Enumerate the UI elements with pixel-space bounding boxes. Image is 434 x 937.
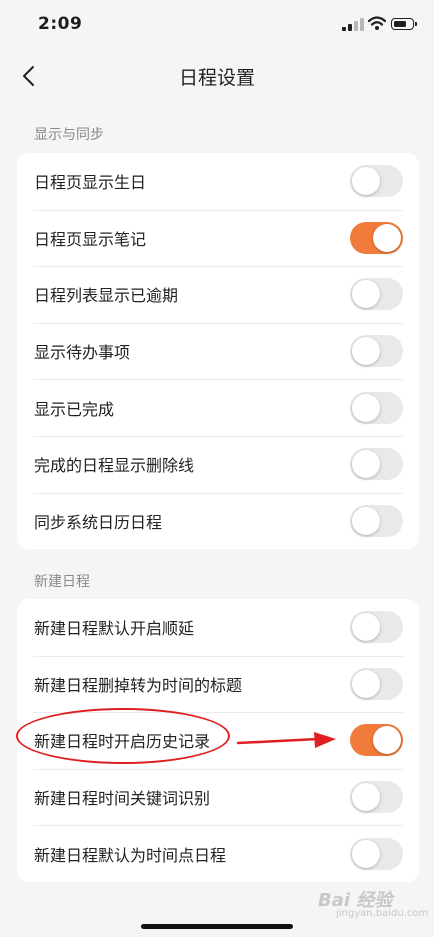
- setting-label: 新建日程默认为时间点日程: [34, 845, 227, 865]
- toggle-switch[interactable]: [350, 837, 403, 870]
- toggle-switch[interactable]: [350, 278, 403, 311]
- setting-label: 新建日程删掉转为时间的标题: [34, 675, 243, 695]
- toggle-switch[interactable]: [350, 724, 403, 757]
- wifi-icon: [368, 16, 386, 30]
- setting-row: 新建日程时间关键词识别: [17, 768, 419, 826]
- setting-row: 日程列表显示已逾期: [17, 266, 419, 323]
- setting-row: 显示待办事项: [17, 322, 419, 380]
- section-header-new-schedule: 新建日程: [34, 574, 90, 590]
- page-title: 日程设置: [178, 67, 255, 89]
- toggle-knob: [352, 337, 380, 366]
- toggle-knob: [373, 223, 401, 252]
- toggle-switch[interactable]: [350, 391, 403, 424]
- toggle-knob: [373, 726, 401, 755]
- setting-label: 日程页显示笔记: [34, 229, 147, 249]
- toggle-switch[interactable]: [350, 611, 403, 644]
- nav-bar: 日程设置: [0, 52, 434, 100]
- toggle-knob: [352, 506, 380, 535]
- setting-label: 新建日程时间关键词识别: [34, 789, 211, 809]
- toggle-knob: [352, 669, 380, 698]
- home-indicator[interactable]: [141, 924, 293, 929]
- setting-row: 新建日程删掉转为时间的标题: [17, 655, 419, 713]
- annotation-ellipse: [16, 708, 230, 764]
- toggle-knob: [352, 783, 380, 812]
- toggle-knob: [352, 280, 380, 309]
- setting-label: 同步系统日历日程: [34, 512, 163, 532]
- setting-row: 日程页显示笔记: [17, 209, 419, 267]
- toggle-knob: [352, 839, 380, 868]
- setting-label: 新建日程默认开启顺延: [34, 619, 195, 639]
- setting-row: 新建日程默认开启顺延: [17, 599, 419, 656]
- setting-row: 显示已完成: [17, 379, 419, 436]
- status-bar: 2:09: [0, 0, 434, 52]
- annotation-arrow-icon: [236, 732, 336, 748]
- toggle-switch[interactable]: [350, 335, 403, 368]
- toggle-switch[interactable]: [350, 448, 403, 481]
- setting-row: 日程页显示生日: [17, 153, 419, 210]
- setting-label: 日程页显示生日: [34, 173, 147, 193]
- toggle-switch[interactable]: [350, 781, 403, 814]
- cellular-signal-icon: [342, 18, 364, 31]
- setting-label: 显示已完成: [34, 399, 115, 419]
- battery-icon: [391, 18, 417, 30]
- toggle-knob: [352, 450, 380, 479]
- setting-row: 完成的日程显示删除线: [17, 435, 419, 493]
- settings-card-display-sync: 日程页显示生日 日程页显示笔记 日程列表显示已逾期 显示待办事项 显示已完成 完…: [17, 153, 419, 550]
- setting-label: 完成的日程显示删除线: [34, 456, 195, 476]
- toggle-switch[interactable]: [350, 221, 403, 254]
- toggle-knob: [352, 393, 380, 422]
- section-header-display-sync: 显示与同步: [34, 127, 104, 143]
- toggle-knob: [352, 613, 380, 642]
- toggle-switch[interactable]: [350, 504, 403, 537]
- toggle-switch[interactable]: [350, 667, 403, 700]
- watermark-url: jingyan.baidu.com: [336, 908, 429, 919]
- toggle-knob: [352, 167, 380, 196]
- toggle-switch[interactable]: [350, 165, 403, 198]
- setting-row: 新建日程默认为时间点日程: [17, 825, 419, 882]
- setting-label: 显示待办事项: [34, 343, 131, 363]
- status-time: 2:09: [38, 14, 83, 34]
- setting-row: 同步系统日历日程: [17, 492, 419, 550]
- setting-label: 日程列表显示已逾期: [34, 286, 179, 306]
